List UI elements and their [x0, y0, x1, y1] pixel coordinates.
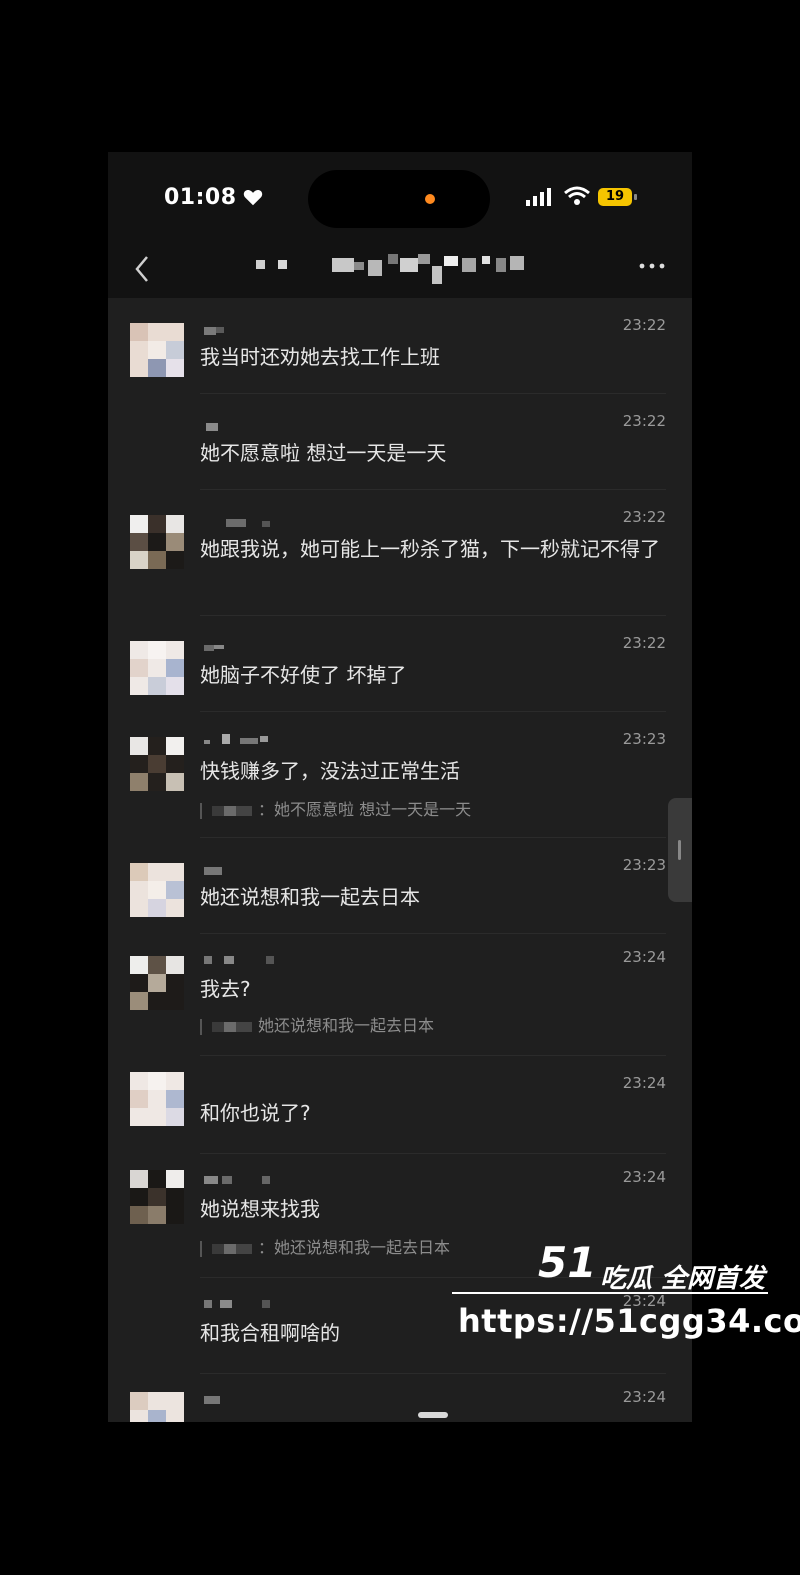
message-text: 她跟我说，她可能上一秒杀了猫，下一秒就记不得了: [200, 537, 660, 561]
message-text: 她说想来找我: [200, 1197, 320, 1221]
quote-text: 她还说想和我一起去日本: [258, 1016, 435, 1035]
sender-name-pixelated: [204, 327, 224, 335]
quoted-reply[interactable]: ：她不愿意啦 想过一天是一天: [200, 796, 471, 820]
home-indicator: [418, 1412, 448, 1418]
quote-bar: [200, 802, 202, 819]
avatar[interactable]: [130, 1392, 184, 1422]
sender-name-pixelated: [204, 956, 274, 964]
message-item[interactable]: 23:22 她跟我说，她可能上一秒杀了猫，下一秒就记不得了: [108, 490, 692, 616]
battery-icon: 19: [598, 188, 632, 206]
sender-name-pixelated: [204, 645, 224, 651]
message-item[interactable]: 23:23 快钱赚多了，没法过正常生活 ：她不愿意啦 想过一天是一天: [108, 712, 692, 838]
quote-text: 她不愿意啦 想过一天是一天: [274, 800, 472, 819]
sender-name-pixelated: [204, 867, 222, 875]
quote-sender-pixelated: [212, 805, 252, 816]
quote-prefix: ：: [258, 800, 275, 819]
message-time: 23:24: [622, 1168, 666, 1186]
quote-prefix: ：: [258, 1238, 275, 1257]
message-text: 她还说想和我一起去日本: [200, 885, 420, 909]
message-item[interactable]: 23:23 她还说想和我一起去日本: [108, 838, 692, 934]
watermark-url: https://51cgg34.com: [458, 1302, 800, 1340]
message-time: 23:23: [622, 856, 666, 874]
watermark-underline: [452, 1292, 768, 1294]
message-text: 快钱赚多了，没法过正常生活: [200, 759, 460, 783]
message-item[interactable]: 23:22 我当时还劝她去找工作上班: [108, 298, 692, 394]
quote-sender-pixelated: [212, 1243, 252, 1254]
message-text: 我去?: [200, 977, 251, 1001]
sender-name-pixelated: [206, 423, 218, 431]
more-options-icon[interactable]: [638, 260, 666, 272]
message-time: 23:24: [622, 1388, 666, 1406]
quote-bar: [200, 1018, 202, 1035]
message-text: 她不愿意啦 想过一天是一天: [200, 441, 447, 465]
avatar[interactable]: [130, 641, 184, 695]
watermark-slogan: 吃瓜 全网首发: [600, 1264, 766, 1294]
back-arrow-icon[interactable]: [130, 252, 154, 286]
message-text: 我当时还劝她去找工作上班: [200, 345, 440, 369]
wifi-icon: [564, 186, 590, 205]
sender-name-pixelated: [204, 1176, 270, 1184]
avatar[interactable]: [130, 737, 184, 791]
sender-name-pixelated: [204, 1396, 220, 1404]
message-time: 23:22: [622, 634, 666, 652]
status-time: 01:08: [164, 185, 237, 210]
scroll-handle[interactable]: [668, 798, 692, 902]
message-item[interactable]: 23:22 她脑子不好使了 坏掉了: [108, 616, 692, 712]
quote-sender-pixelated: [212, 1021, 252, 1032]
message-time: 23:24: [622, 948, 666, 966]
quoted-reply[interactable]: 她还说想和我一起去日本: [200, 1012, 434, 1036]
dynamic-island: [308, 170, 490, 228]
status-bar: 01:08 19: [108, 152, 692, 242]
message-text: 和你也说了?: [200, 1101, 311, 1125]
message-item[interactable]: 23:24: [108, 1374, 692, 1422]
quote-text: 她还说想和我一起去日本: [274, 1238, 451, 1257]
cellular-signal-icon: [526, 188, 551, 206]
heart-icon: [243, 190, 263, 206]
avatar[interactable]: [130, 1072, 184, 1126]
message-item[interactable]: 23:22 她不愿意啦 想过一天是一天: [108, 394, 692, 490]
message-time: 23:22: [622, 412, 666, 430]
chat-title-pixelated: [256, 254, 524, 284]
phone-screen: 01:08 19 23:22 我当时还劝她去找工作上班 23:22 她不愿意啦 …: [108, 152, 692, 1422]
avatar[interactable]: [130, 956, 184, 1010]
quote-bar: [200, 1240, 202, 1257]
camera-indicator-icon: [425, 194, 435, 204]
message-item[interactable]: 23:24 和你也说了?: [108, 1056, 692, 1154]
message-item[interactable]: 23:24 我去? 她还说想和我一起去日本: [108, 934, 692, 1056]
watermark: 51 吃瓜 全网首发 https://51cgg34.com: [452, 1238, 800, 1348]
message-text: 她脑子不好使了 坏掉了: [200, 663, 407, 687]
avatar[interactable]: [130, 323, 184, 377]
sender-name-pixelated: [204, 734, 268, 744]
message-time: 23:24: [622, 1074, 666, 1092]
quoted-reply[interactable]: ：她还说想和我一起去日本: [200, 1234, 450, 1258]
avatar[interactable]: [130, 515, 184, 569]
sender-name-pixelated: [226, 519, 270, 527]
message-time: 23:23: [622, 730, 666, 748]
battery-tip: [634, 194, 637, 200]
chat-header: [108, 242, 692, 298]
sender-name-pixelated: [204, 1300, 270, 1308]
message-time: 23:22: [622, 316, 666, 334]
message-time: 23:22: [622, 508, 666, 526]
avatar[interactable]: [130, 1170, 184, 1224]
watermark-logo: 51: [538, 1238, 597, 1287]
avatar[interactable]: [130, 863, 184, 917]
